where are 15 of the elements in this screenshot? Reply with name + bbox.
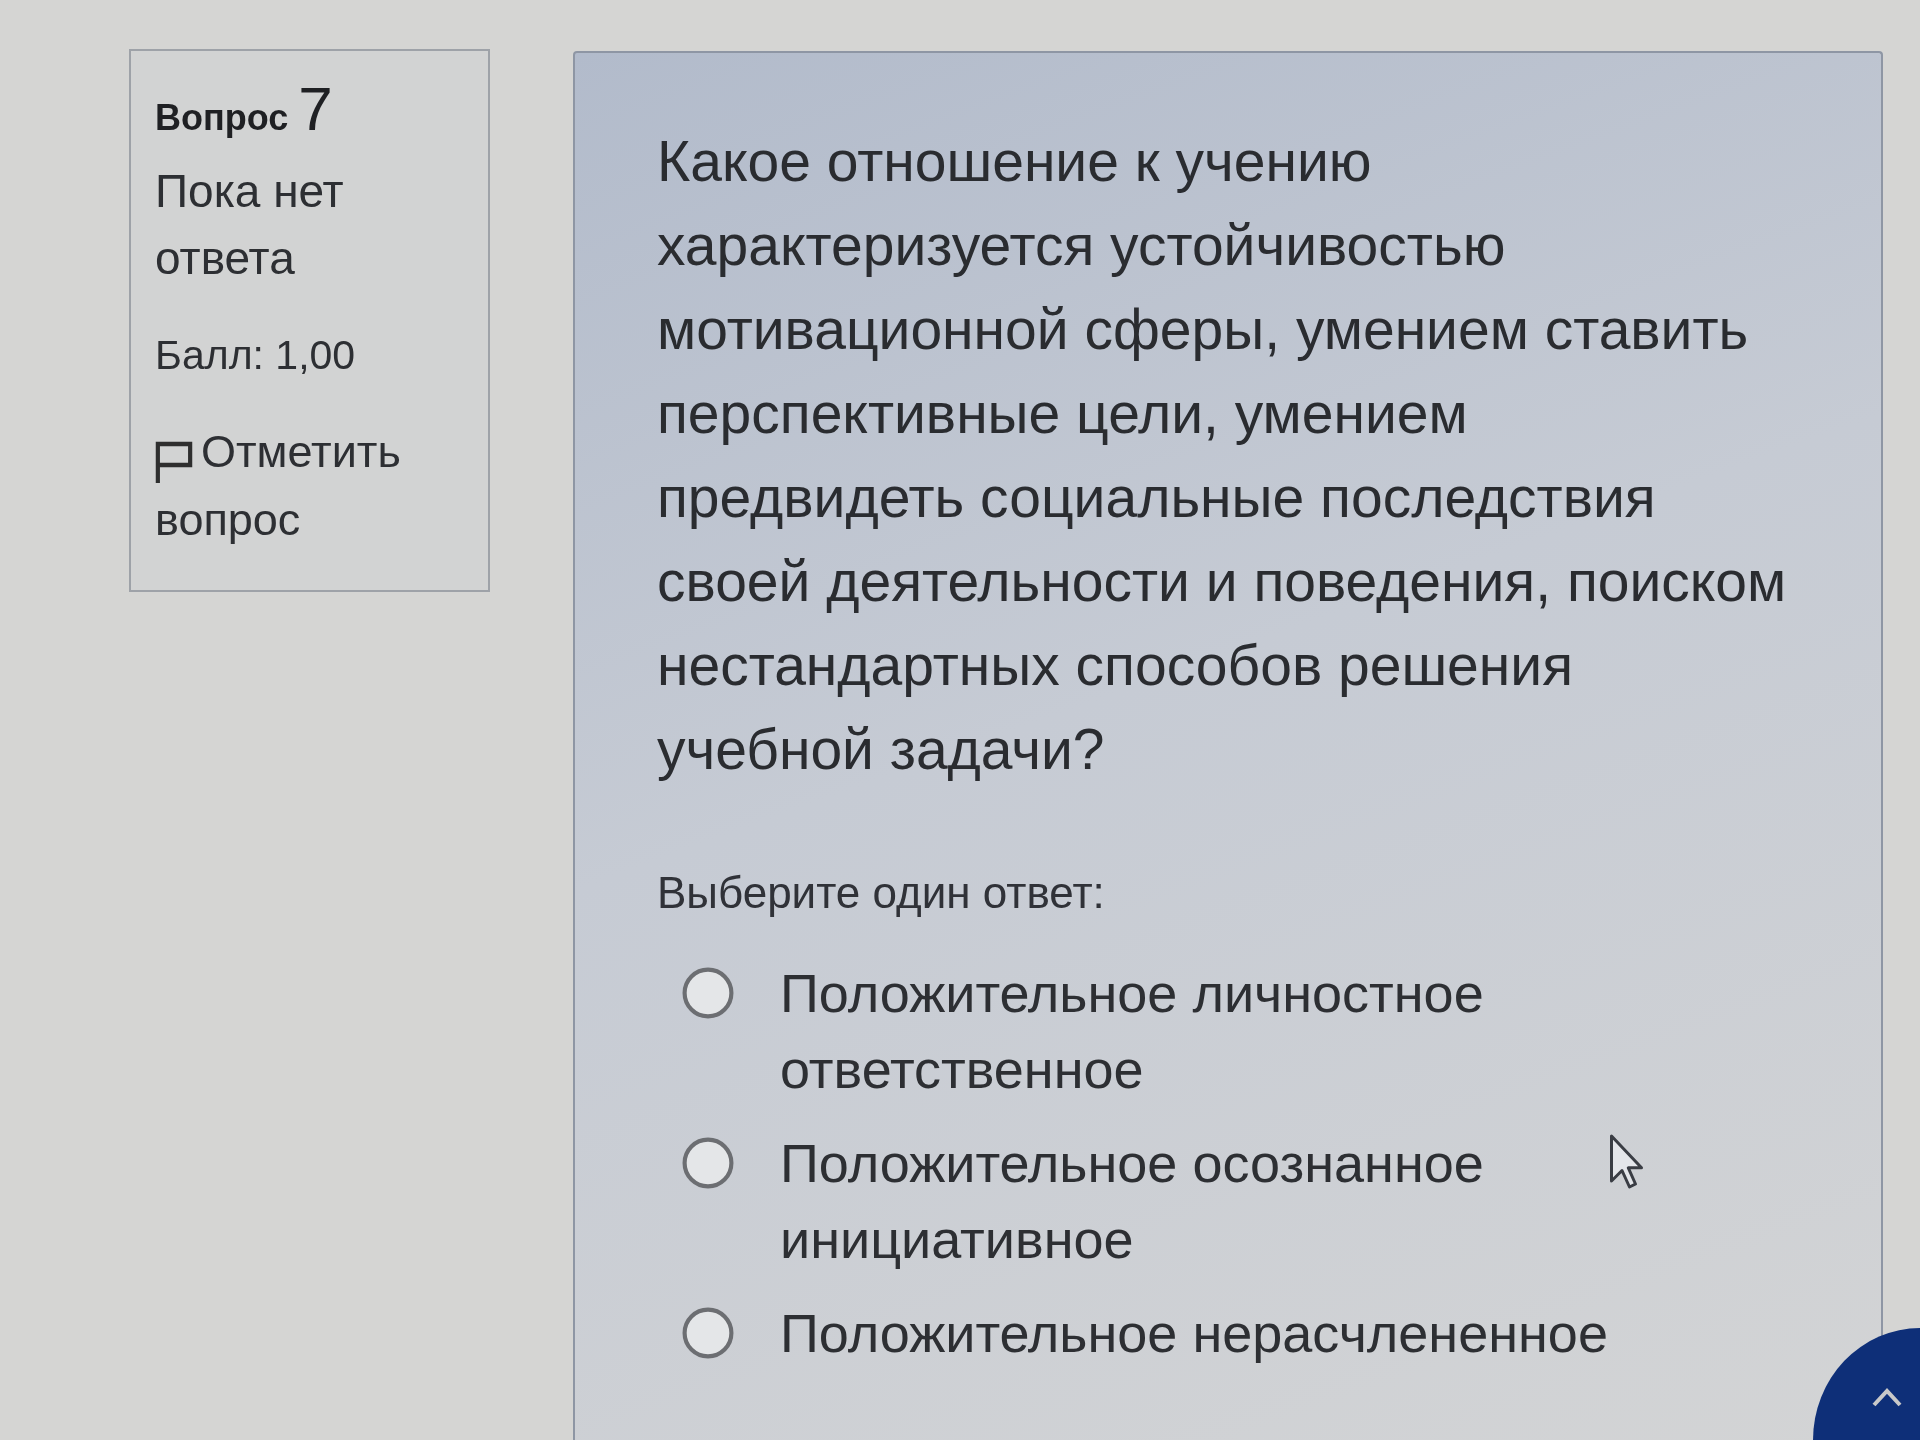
radio-button[interactable] — [682, 967, 734, 1019]
score-text: Балл: 1,00 — [155, 331, 357, 380]
question-number: 7 — [298, 77, 333, 141]
status-text: Пока нет ответа — [155, 164, 345, 286]
chevron-up-icon — [1872, 1388, 1902, 1407]
answer-label[interactable]: Положительное осознанное инициативное — [780, 1125, 1680, 1277]
answer-label[interactable]: Положительное личностное ответственное — [780, 955, 1680, 1107]
radio-button[interactable] — [682, 1307, 734, 1359]
answer-label[interactable]: Положительное нерасчлененное — [780, 1295, 1680, 1371]
radio-button[interactable] — [682, 1137, 734, 1189]
pointer-cursor-icon — [1608, 1133, 1645, 1190]
question-label: Вопрос — [155, 96, 289, 140]
answer-prompt: Выберите один ответ: — [657, 867, 1106, 919]
question-text: Какое отношение к учению характеризуется устойчивостью мотивационной сферы, умением ставить перспективные цели, умением предвидеть социальные последствия своей деятельности и поведения, поиском нестандартных способов решения учебной задачи? — [657, 128, 1787, 783]
flag-question-link[interactable]: Отметить вопрос — [155, 418, 468, 554]
